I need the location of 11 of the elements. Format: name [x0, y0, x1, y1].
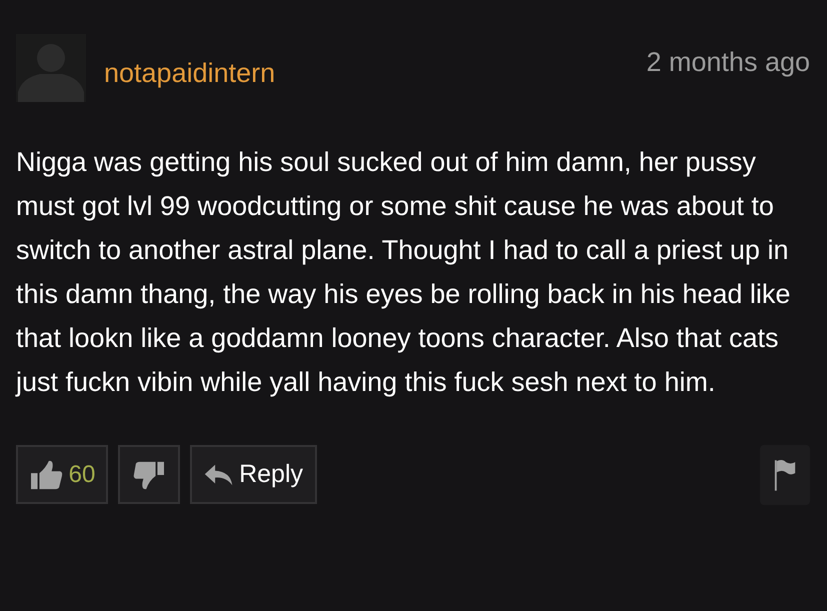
- reply-button[interactable]: Reply: [190, 445, 317, 504]
- flag-button[interactable]: [760, 445, 810, 505]
- timestamp: 2 months ago: [646, 47, 810, 78]
- like-button[interactable]: 60: [16, 445, 108, 504]
- username[interactable]: notapaidintern: [104, 58, 276, 89]
- flag-icon: [773, 457, 797, 493]
- thumbs-down-icon: [132, 460, 166, 490]
- avatar-icon: [16, 34, 86, 102]
- comment-text: switch to another astral plane. Thought I had to call a priest up in this damn thang, the way his eyes be rolling back in his head like that lookn like a goddamn looney toons character. Also that cats just fuckn vibin while yall having this fuck sesh next to him.: [16, 234, 792, 399]
- dislike-button[interactable]: [118, 445, 180, 504]
- thumbs-up-icon: [28, 460, 63, 490]
